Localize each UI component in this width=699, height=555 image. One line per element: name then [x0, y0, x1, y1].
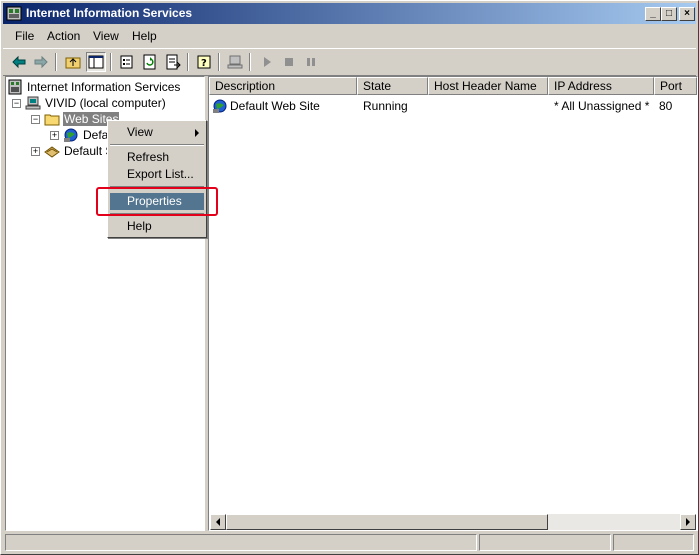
folder-icon: [44, 114, 60, 126]
context-menu-export-list[interactable]: Export List...: [110, 166, 204, 183]
tree-item-default-smtp[interactable]: Default S: [44, 143, 114, 159]
close-button[interactable]: ×: [679, 7, 695, 21]
annotation-highlight-box: [96, 187, 218, 216]
show-hide-tree-icon[interactable]: [86, 52, 106, 72]
maximize-button[interactable]: □: [661, 7, 677, 21]
status-section-main: [5, 534, 477, 551]
menu-action[interactable]: Action: [47, 29, 80, 43]
properties-icon[interactable]: [117, 52, 137, 72]
scroll-left-button[interactable]: [210, 514, 226, 530]
toolbar-separator: [110, 53, 112, 71]
context-menu-refresh[interactable]: Refresh: [110, 149, 204, 166]
tree-label-computer: VIVID (local computer): [45, 96, 166, 110]
cell-description: Default Web Site: [230, 99, 320, 113]
list-pane[interactable]: Description State Host Header Name IP Ad…: [208, 76, 698, 531]
column-header-description[interactable]: Description: [209, 77, 357, 95]
svg-text:?: ?: [201, 58, 207, 69]
toolbar: ?: [3, 48, 696, 76]
window-title: Internet Information Services: [26, 6, 193, 20]
menu-view[interactable]: View: [93, 29, 119, 43]
status-bar: [3, 534, 696, 552]
cell-port: 80: [659, 99, 673, 113]
tree-item-default-web-site[interactable]: Defa: [63, 127, 109, 143]
column-header-ip-address[interactable]: IP Address: [548, 77, 654, 95]
iis-server-icon: [8, 79, 22, 95]
column-header-port[interactable]: Port: [654, 77, 697, 95]
toolbar-separator: [218, 53, 220, 71]
collapse-toggle-web-sites[interactable]: −: [31, 115, 40, 124]
arrow-right-icon: [686, 518, 690, 526]
scroll-thumb[interactable]: [226, 514, 548, 530]
toolbar-separator: [249, 53, 251, 71]
submenu-arrow-icon: [195, 129, 199, 137]
globe-icon: [64, 128, 78, 142]
collapse-toggle-computer[interactable]: −: [12, 99, 21, 108]
forward-icon[interactable]: [31, 52, 51, 72]
expand-toggle-default-web-site[interactable]: +: [50, 131, 59, 140]
minimize-button[interactable]: _: [645, 7, 661, 21]
tree-item-computer[interactable]: VIVID (local computer): [25, 95, 167, 111]
context-menu-view[interactable]: View: [110, 124, 204, 141]
globe-icon: [213, 99, 227, 113]
computer-icon[interactable]: [225, 52, 245, 72]
toolbar-separator: [187, 53, 189, 71]
menu-help[interactable]: Help: [132, 29, 157, 43]
up-folder-icon[interactable]: [63, 52, 83, 72]
scroll-right-button[interactable]: [680, 514, 696, 530]
expand-toggle-default-smtp[interactable]: +: [31, 147, 40, 156]
title-bar[interactable]: Internet Information Services _ □ ×: [3, 3, 696, 24]
tree-label-iis-root: Internet Information Services: [27, 80, 181, 94]
toolbar-separator: [55, 53, 57, 71]
mail-server-icon: [44, 146, 60, 158]
iis-app-icon: [6, 6, 22, 21]
pause-icon[interactable]: [301, 52, 321, 72]
status-section-tertiary: [613, 534, 694, 551]
horizontal-scrollbar[interactable]: [210, 514, 696, 530]
refresh-icon[interactable]: [140, 52, 160, 72]
play-icon[interactable]: [257, 52, 277, 72]
tree-item-iis-root[interactable]: Internet Information Services: [7, 79, 181, 95]
main-window: Internet Information Services _ □ × File…: [0, 0, 699, 555]
context-menu-separator: [110, 144, 204, 146]
back-icon[interactable]: [9, 52, 29, 72]
computer-icon: [25, 96, 41, 110]
arrow-left-icon: [216, 518, 220, 526]
context-menu-view-label: View: [127, 125, 153, 139]
menu-file[interactable]: File: [15, 29, 34, 43]
tree-label-default-web-site: Defa: [83, 128, 109, 142]
help-icon[interactable]: ?: [194, 52, 214, 72]
column-header-state[interactable]: State: [357, 77, 428, 95]
column-header-host-header-name[interactable]: Host Header Name: [428, 77, 548, 95]
export-list-icon[interactable]: [163, 52, 183, 72]
cell-ip-address: * All Unassigned *: [554, 99, 650, 113]
menu-bar: File Action View Help: [3, 27, 696, 46]
context-menu: View Refresh Export List... Properties H…: [107, 120, 207, 238]
context-menu-help[interactable]: Help: [110, 218, 204, 235]
cell-state: Running: [363, 99, 408, 113]
status-section-secondary: [479, 534, 611, 551]
stop-icon[interactable]: [279, 52, 299, 72]
